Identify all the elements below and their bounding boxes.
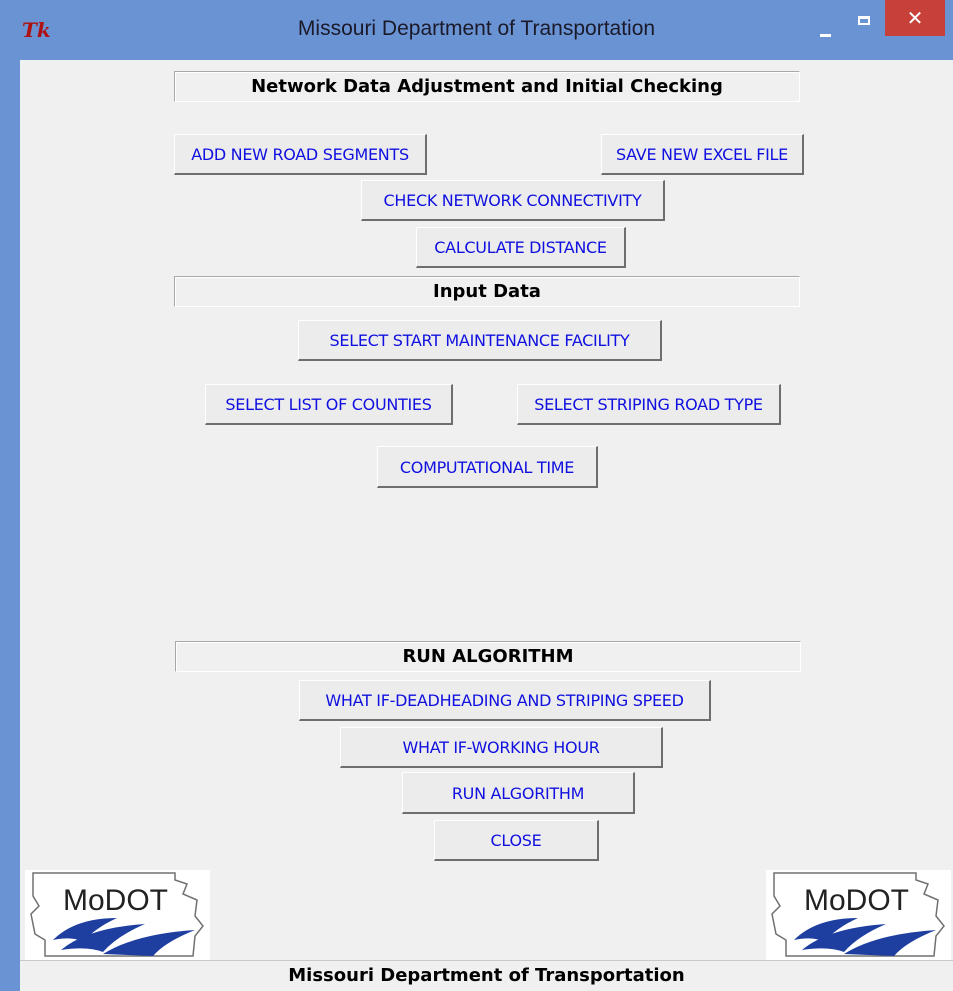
modot-logo-text: MoDOT: [63, 884, 168, 917]
close-icon[interactable]: ✕: [885, 0, 945, 36]
save-excel-file-button[interactable]: SAVE NEW EXCEL FILE: [601, 134, 804, 175]
computational-time-button[interactable]: COMPUTATIONAL TIME: [377, 446, 598, 488]
run-algorithm-button[interactable]: RUN ALGORITHM: [402, 772, 635, 814]
what-if-speed-button[interactable]: WHAT IF-DEADHEADING AND STRIPING SPEED: [299, 680, 711, 721]
modot-logo-left: MoDOT: [25, 870, 210, 960]
check-network-connectivity-button[interactable]: CHECK NETWORK CONNECTIVITY: [361, 180, 665, 221]
section-label-run: RUN ALGORITHM: [175, 641, 801, 672]
modot-logo-text: MoDOT: [804, 884, 909, 917]
section-label-network: Network Data Adjustment and Initial Chec…: [174, 71, 800, 102]
maximize-icon[interactable]: [852, 10, 878, 32]
select-counties-button[interactable]: SELECT LIST OF COUNTIES: [205, 384, 453, 425]
section-label-input: Input Data: [174, 276, 800, 307]
what-if-working-hour-button[interactable]: WHAT IF-WORKING HOUR: [340, 727, 663, 768]
select-start-facility-button[interactable]: SELECT START MAINTENANCE FACILITY: [298, 320, 662, 361]
close-button[interactable]: CLOSE: [434, 820, 599, 861]
title-bar[interactable]: Tk Missouri Department of Transportation…: [0, 0, 953, 60]
minimize-icon[interactable]: [810, 18, 840, 40]
app-window: Tk Missouri Department of Transportation…: [0, 0, 953, 991]
add-road-segments-button[interactable]: ADD NEW ROAD SEGMENTS: [174, 134, 427, 175]
select-striping-road-type-button[interactable]: SELECT STRIPING ROAD TYPE: [517, 384, 781, 425]
footer-label: Missouri Department of Transportation: [20, 960, 953, 991]
modot-logo-right: MoDOT: [766, 870, 951, 960]
calculate-distance-button[interactable]: CALCULATE DISTANCE: [416, 227, 626, 268]
